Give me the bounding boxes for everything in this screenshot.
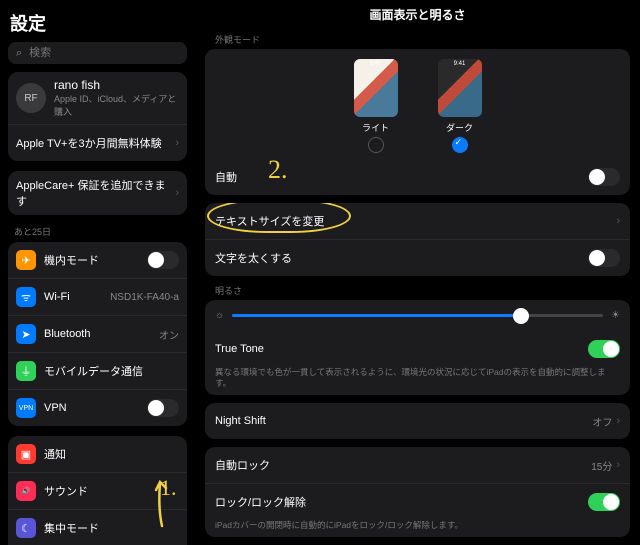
- sidebar-item[interactable]: 🔊 サウンド: [8, 472, 187, 509]
- brightness-slider-row: ☼ ☀: [205, 300, 630, 331]
- toggle-off-icon[interactable]: [147, 251, 179, 269]
- radio-checked-icon: [452, 137, 468, 153]
- app-icon: ⏚: [16, 361, 36, 381]
- sidebar-item[interactable]: ☾ 集中モード: [8, 509, 187, 545]
- days-left-label: あと25日: [14, 225, 187, 238]
- main-panel: 画面表示と明るさ 外観モード 9:41 ライト 9:41 ダーク 自動: [195, 0, 640, 545]
- search-icon: ⌕: [16, 47, 22, 60]
- toggle-on-icon[interactable]: [588, 340, 620, 358]
- sidebar-item[interactable]: ✈ 機内モード: [8, 242, 187, 278]
- chevron-right-icon: ›: [616, 415, 620, 427]
- toggle-off-icon[interactable]: [147, 399, 179, 417]
- sidebar-item-label: Wi-Fi: [44, 291, 110, 303]
- truetone-row[interactable]: True Tone: [205, 331, 630, 367]
- app-icon: ✈: [16, 250, 36, 270]
- search-input[interactable]: [27, 46, 179, 60]
- account-name: rano fish: [54, 78, 179, 92]
- dark-thumbnail: 9:41: [438, 59, 482, 117]
- nightshift-row[interactable]: Night Shift オフ ›: [205, 403, 630, 439]
- chevron-right-icon: ›: [616, 215, 620, 227]
- chevron-right-icon: ›: [616, 459, 620, 471]
- sidebar-item-label: 通知: [44, 446, 179, 462]
- sun-low-icon: ☼: [215, 310, 224, 321]
- search-field[interactable]: ⌕: [8, 42, 187, 64]
- tv-promo-row[interactable]: Apple TV+を3か月間無料体験 ›: [8, 124, 187, 161]
- avatar: RF: [16, 83, 46, 113]
- sidebar-item[interactable]: ᯤ Wi-FiNSD1K-FA40-a: [8, 278, 187, 315]
- brightness-slider[interactable]: [232, 314, 603, 317]
- sidebar-item-label: 集中モード: [44, 520, 179, 536]
- lockunlock-row[interactable]: ロック/ロック解除: [205, 483, 630, 520]
- sidebar-item-label: VPN: [44, 402, 147, 414]
- toggle-on-icon[interactable]: [588, 493, 620, 511]
- settings-title: 設定: [10, 10, 187, 36]
- sidebar-item[interactable]: ⏚ モバイルデータ通信: [8, 352, 187, 389]
- slider-knob[interactable]: [513, 308, 529, 324]
- appearance-dark[interactable]: 9:41 ダーク: [438, 59, 482, 153]
- chevron-right-icon: ›: [175, 137, 179, 149]
- sun-high-icon: ☀: [611, 310, 620, 321]
- app-icon: ☾: [16, 518, 36, 538]
- appearance-group-label: 外観モード: [215, 33, 630, 46]
- toggle-off-icon[interactable]: [588, 249, 620, 267]
- autolock-row[interactable]: 自動ロック 15分 ›: [205, 447, 630, 483]
- app-icon: VPN: [16, 398, 36, 418]
- truetone-note: 異なる環境でも色が一貫して表示されるように、環境光の状況に応じてiPadの表示を…: [205, 367, 630, 395]
- sidebar-item[interactable]: ➤ Bluetoothオン: [8, 315, 187, 352]
- appearance-picker: 9:41 ライト 9:41 ダーク: [205, 49, 630, 159]
- toggle-off-icon[interactable]: [588, 168, 620, 186]
- text-size-row[interactable]: テキストサイズを変更 ›: [205, 203, 630, 239]
- bold-text-row[interactable]: 文字を太くする: [205, 239, 630, 276]
- applecare-row[interactable]: AppleCare+ 保証を追加できます ›: [8, 171, 187, 215]
- app-icon: 🔊: [16, 481, 36, 501]
- page-title: 画面表示と明るさ: [205, 0, 630, 33]
- account-row[interactable]: RF rano fish Apple ID、iCloud、メディアと購入: [8, 72, 187, 124]
- brightness-group-label: 明るさ: [215, 284, 630, 297]
- light-thumbnail: 9:41: [354, 59, 398, 117]
- app-icon: ᯤ: [16, 287, 36, 307]
- sidebar-item-value: オン: [159, 327, 179, 342]
- appearance-light[interactable]: 9:41 ライト: [354, 59, 398, 153]
- radio-unchecked-icon: [368, 137, 384, 153]
- app-icon: ➤: [16, 324, 36, 344]
- chevron-right-icon: ›: [175, 187, 179, 199]
- auto-appearance-row[interactable]: 自動: [205, 159, 630, 195]
- sidebar-item-label: モバイルデータ通信: [44, 363, 179, 379]
- settings-sidebar: 設定 ⌕ RF rano fish Apple ID、iCloud、メディアと購…: [0, 0, 195, 545]
- sidebar-item[interactable]: ▣ 通知: [8, 436, 187, 472]
- sidebar-item-label: サウンド: [44, 483, 179, 499]
- sidebar-item-label: 機内モード: [44, 252, 147, 268]
- lockunlock-note: iPadカバーの開閉時に自動的にiPadをロック/ロック解除します。: [205, 520, 630, 537]
- sidebar-item-label: Bluetooth: [44, 328, 159, 340]
- app-icon: ▣: [16, 444, 36, 464]
- sidebar-item-value: NSD1K-FA40-a: [110, 292, 179, 303]
- sidebar-item[interactable]: VPN VPN: [8, 389, 187, 426]
- account-sub: Apple ID、iCloud、メディアと購入: [54, 92, 179, 118]
